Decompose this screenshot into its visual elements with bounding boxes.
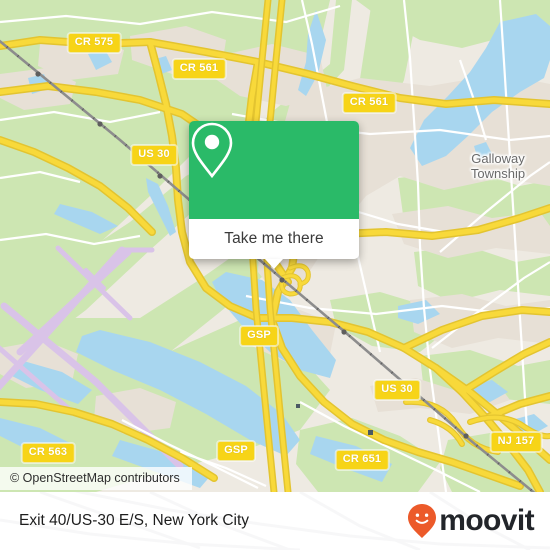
- place-label-galloway-township: Galloway Township: [471, 151, 525, 181]
- road-shield-gsp-lower[interactable]: GSP: [217, 441, 255, 461]
- road-shield-cr-563[interactable]: CR 563: [21, 443, 75, 463]
- place-label-line1: Galloway: [471, 151, 525, 166]
- popup-pointer-tail: [265, 259, 283, 269]
- moovit-logo[interactable]: moovit: [407, 503, 535, 539]
- take-me-there-label: Take me there: [224, 230, 324, 247]
- moovit-wordmark: moovit: [439, 504, 534, 537]
- road-shield-nj-157[interactable]: NJ 157: [490, 432, 542, 452]
- map-canvas[interactable]: Galloway Township CR 575 CR 561 CR 561 U…: [0, 0, 550, 492]
- moovit-pin-smiley-icon: [408, 504, 437, 538]
- road-shield-cr-651[interactable]: CR 651: [335, 450, 389, 470]
- road-shield-cr-575[interactable]: CR 575: [67, 33, 121, 53]
- road-shield-cr-561-upper[interactable]: CR 561: [172, 59, 226, 79]
- road-shield-gsp-upper[interactable]: GSP: [240, 326, 278, 346]
- osm-attribution[interactable]: © OpenStreetMap contributors: [0, 467, 192, 490]
- road-shield-us-30-lower[interactable]: US 30: [374, 380, 420, 400]
- location-popup-card[interactable]: Take me there: [189, 121, 359, 269]
- place-label-line2: Township: [470, 166, 526, 181]
- footer-location-title: Exit 40/US-30 E/S, New York City: [19, 512, 250, 529]
- road-shield-us-30-upper[interactable]: US 30: [131, 145, 177, 165]
- popup-cta-area[interactable]: Take me there: [189, 219, 359, 269]
- map-pin-icon: [191, 122, 233, 179]
- road-shield-cr-561-right[interactable]: CR 561: [342, 93, 396, 113]
- popup-marker-area: [189, 121, 359, 219]
- map-screenshot: Galloway Township CR 575 CR 561 CR 561 U…: [0, 0, 550, 550]
- footer-bar: Exit 40/US-30 E/S, New York City moovit: [0, 492, 550, 550]
